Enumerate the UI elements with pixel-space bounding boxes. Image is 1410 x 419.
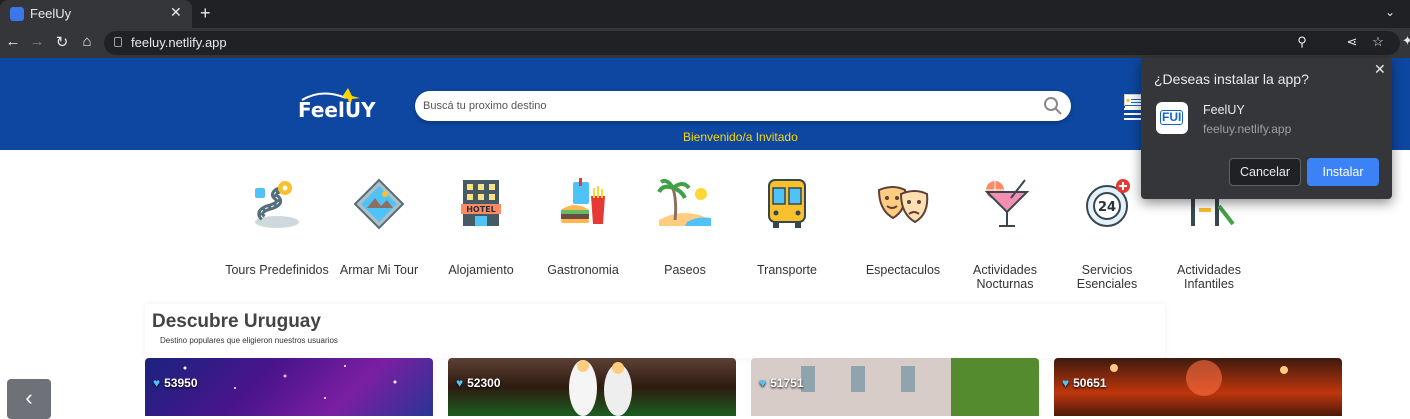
site-logo[interactable]: FeelUY (298, 98, 376, 122)
24h-service-icon: 24 (1086, 179, 1130, 227)
category-armar-mi-tour[interactable]: Armar Mi Tour (324, 176, 434, 277)
category-label: Tours Predefinidos (225, 263, 329, 277)
favicon-icon (10, 7, 24, 21)
category-label: Actividades Nocturnas (973, 263, 1037, 291)
heart-icon: ♥ (1062, 376, 1070, 390)
category-label: Actividades Infantiles (1177, 263, 1241, 291)
tab-search-chevron-icon[interactable]: ⌄ (1385, 5, 1395, 19)
hotel-icon: HOTEL (461, 180, 501, 226)
home-icon[interactable]: ⌂ (78, 33, 96, 50)
category-alojamiento[interactable]: HOTEL Alojamiento (426, 176, 536, 277)
likes-counter: ♥ 51751 (759, 376, 804, 390)
search-icon[interactable] (1043, 96, 1063, 116)
map-route-icon (255, 181, 299, 228)
category-espectaculos[interactable]: Espectaculos (848, 176, 958, 277)
likes-value: 50651 (1073, 376, 1107, 390)
carousel-prev-button[interactable]: ‹ (7, 379, 51, 419)
install-app-dialog: ¿Deseas instalar la app? ✕ FUI FeelUY fe… (1141, 58, 1392, 199)
destination-card[interactable]: ♥ 53950 (145, 358, 433, 416)
category-label: Armar Mi Tour (339, 263, 419, 277)
extensions-puzzle-icon[interactable]: ✦ (1402, 33, 1410, 49)
heart-icon: ♥ (456, 376, 464, 390)
category-label: Transporte (757, 263, 817, 277)
back-arrow-icon[interactable]: ← (4, 33, 22, 50)
hamburger-menu-icon[interactable] (1124, 108, 1142, 123)
reload-icon[interactable]: ↻ (53, 33, 71, 51)
likes-counter: ♥ 53950 (153, 376, 198, 390)
destination-card[interactable]: ♥ 51751 (751, 358, 1039, 416)
tab-title: FeelUy (30, 6, 72, 21)
likes-counter: ♥ 50651 (1062, 376, 1107, 390)
likes-value: 51751 (770, 376, 804, 390)
category-gastronomia[interactable]: Gastronomia (528, 176, 638, 277)
search-bar[interactable] (415, 91, 1071, 121)
destination-card[interactable]: ♥ 50651 (1054, 358, 1342, 416)
app-icon: FUI (1156, 102, 1188, 134)
forward-arrow-icon[interactable]: → (28, 33, 46, 50)
svg-text:HOTEL: HOTEL (466, 205, 496, 214)
close-icon[interactable]: ✕ (1374, 61, 1386, 78)
section-title: Descubre Uruguay (152, 311, 321, 332)
address-bar[interactable]: feeluy.netlify.app ⚲ ⋖ ☆ (104, 31, 1400, 55)
app-icon-text: FUI (1160, 110, 1184, 125)
likes-counter: ♥ 52300 (456, 376, 501, 390)
category-label: Espectaculos (865, 263, 941, 277)
likes-value: 52300 (467, 376, 501, 390)
food-icon (561, 178, 605, 224)
category-label: Paseos (664, 263, 706, 277)
dialog-title: ¿Deseas instalar la app? (1154, 71, 1309, 87)
section-subtitle: Destino populares que eligieron nuestros… (160, 336, 338, 345)
category-paseos[interactable]: Paseos (630, 176, 740, 277)
tour-builder-icon (353, 178, 405, 230)
uruguay-flag-icon[interactable] (1124, 94, 1142, 108)
browser-tab-strip: FeelUy ✕ + ⌄ (0, 0, 1410, 28)
likes-value: 53950 (164, 376, 198, 390)
category-tours-predefinidos[interactable]: Tours Predefinidos (222, 176, 332, 277)
app-url: feeluy.netlify.app (1203, 122, 1292, 136)
share-icon[interactable]: ⋖ (1342, 34, 1362, 50)
new-tab-icon[interactable]: + (200, 3, 211, 24)
theater-masks-icon (877, 186, 929, 224)
cancel-button[interactable]: Cancelar (1229, 158, 1301, 186)
welcome-text: Bienvenido/a Invitado (683, 130, 798, 144)
bookmark-star-icon[interactable]: ☆ (1368, 34, 1388, 50)
browser-tab[interactable]: FeelUy ✕ (0, 0, 192, 28)
category-label: Servicios Esenciales (1076, 263, 1138, 291)
category-transporte[interactable]: Transporte (732, 176, 842, 277)
browser-toolbar: ← → ↻ ⌂ feeluy.netlify.app ⚲ ⋖ ☆ ✦ (0, 28, 1410, 58)
beach-icon (657, 178, 711, 226)
svg-text:24: 24 (1098, 200, 1116, 215)
install-button[interactable]: Instalar (1307, 158, 1379, 186)
category-label: Alojamiento (448, 263, 514, 277)
bus-icon (768, 179, 806, 228)
tab-close-icon[interactable]: ✕ (170, 4, 182, 21)
destination-card[interactable]: ♥ 52300 (448, 358, 736, 416)
app-name: FeelUY (1203, 103, 1245, 117)
chevron-left-icon: ‹ (25, 385, 33, 410)
category-actividades-nocturnas[interactable]: Actividades Nocturnas (950, 176, 1060, 291)
url-text[interactable]: feeluy.netlify.app (131, 35, 227, 50)
search-input[interactable] (423, 97, 1023, 115)
heart-icon: ♥ (759, 376, 767, 390)
lock-icon[interactable] (114, 37, 122, 47)
cocktail-icon (984, 179, 1030, 227)
heart-icon: ♥ (153, 376, 161, 390)
location-pin-icon[interactable]: ⚲ (1292, 34, 1312, 50)
category-label: Gastronomia (547, 263, 619, 277)
